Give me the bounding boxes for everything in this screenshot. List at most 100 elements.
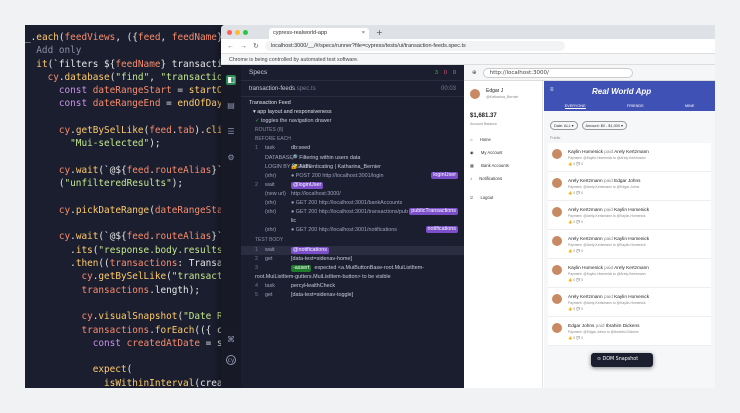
spec-file-row[interactable]: transaction-feeds.spec.ts 00:03 [241, 81, 464, 97]
filter-bar: Date: ALL ▾ Amount: $0 - $1,000 ▾ [544, 111, 715, 136]
transaction-memo: Payment: @Kaylin-Homenick to @Arely-Kert… [568, 156, 646, 160]
keyboard-shortcuts-icon[interactable]: ⌘ [226, 335, 236, 345]
command-row[interactable]: (xhr) ● GET 200 http://localhost:3001/not… [241, 226, 464, 235]
transaction-item[interactable]: Arely Kertzmann paid Kaylin Homenick Pay… [548, 230, 711, 259]
new-tab-button[interactable]: + [376, 28, 383, 37]
code-token: ); [149, 138, 161, 150]
like-icon[interactable]: 👍 [568, 278, 572, 282]
transaction-item[interactable]: Kaylin Homenick paid Arely Kertzmann Pay… [548, 259, 711, 288]
code-line: cy.wait(`@${feed.routeAlias}`) [25, 164, 235, 177]
code-token: cy [47, 71, 59, 83]
before-each-header[interactable]: BEFORE EACH [241, 135, 464, 144]
target-icon[interactable]: ⊕ [472, 70, 477, 76]
comment-icon[interactable]: 💬 [576, 220, 580, 224]
amount-filter-button[interactable]: Amount: $0 - $1,000 ▾ [581, 121, 627, 130]
dom-snapshot-badge[interactable]: ⊙ DOM Snapshot [591, 353, 653, 367]
runs-icon[interactable]: ▤ [226, 101, 236, 111]
like-icon[interactable]: 👍 [568, 307, 572, 311]
code-token: : Transa [177, 258, 223, 270]
command-row[interactable]: 5 get [data-test=sidenav-toggle] [241, 291, 464, 300]
date-filter-button[interactable]: Date: ALL ▾ [550, 121, 578, 130]
comment-icon[interactable]: 💬 [576, 336, 580, 340]
code-editor[interactable]: _.each(feedViews, ({feed, feedName}) Add… [25, 25, 235, 388]
like-icon[interactable]: 👍 [568, 249, 572, 253]
test-stats: 3 0 0 [435, 70, 456, 76]
transaction-item[interactable]: Arely Kertzmann paid Kaylin Homenick Pay… [548, 288, 711, 317]
suite-title[interactable]: Transaction Feed [241, 99, 464, 108]
code-line: transactions.length); [25, 284, 235, 297]
command-row[interactable]: (xhr) ● POST 200 http://localhost:3001/lo… [241, 171, 464, 181]
minimize-window-icon[interactable] [235, 29, 240, 35]
tab-friends[interactable]: FRIENDS [627, 104, 644, 109]
sidebar-item-notifications[interactable]: ♪ Notifications [470, 176, 502, 181]
comment-icon[interactable]: 💬 [576, 249, 580, 253]
specs-label[interactable]: Specs [249, 69, 267, 76]
transaction-item[interactable]: Kaylin Homenick paid Arely Kertzmann Pay… [548, 143, 711, 172]
code-token: cy [58, 164, 71, 176]
command-row[interactable]: 2 wait @loginUser [241, 181, 464, 190]
routes-header[interactable]: ROUTES (8) [241, 126, 464, 135]
transaction-item[interactable]: Arely Kertzmann paid Edgar Johns Payment… [548, 172, 711, 201]
command-row[interactable]: (xhr) ● GET 200 http://localhost:3001/ban… [241, 199, 464, 208]
test-body-header[interactable]: TEST BODY [241, 236, 464, 245]
code-token: pickDateRange [75, 204, 150, 216]
command-message: [data-test=sidenav-toggle] [291, 291, 354, 298]
code-token: its [75, 244, 93, 256]
sidebar-item-bank-accounts[interactable]: ▦ Bank Accounts [470, 163, 509, 168]
command-row[interactable]: DATABASE🔎 Filtering within users data [241, 154, 464, 163]
reload-icon[interactable]: ↻ [253, 42, 259, 50]
transaction-item[interactable]: Edgar Johns paid Ibrahim Dickens Payment… [548, 317, 711, 346]
code-token: cy [58, 231, 71, 243]
code-token: _. [25, 32, 37, 43]
comment-icon[interactable]: 💬 [576, 307, 580, 311]
command-row[interactable]: (new url) http://localhost:3000/ [241, 190, 464, 199]
like-icon[interactable]: 👍 [568, 162, 572, 166]
brand-logo: Real World App [592, 87, 652, 96]
app-url[interactable]: http://localhost:3000/ [482, 67, 633, 78]
close-window-icon[interactable] [227, 29, 232, 35]
test-title[interactable]: ▾ app layout and responsiveness [241, 108, 464, 117]
command-row[interactable]: 3 -assert expected <a.MuiButtonBase-root.M… [241, 264, 464, 282]
maximize-window-icon[interactable] [243, 29, 248, 35]
app-sidebar: Edgar J @Katharina_Bernier $1,681.37 Acc… [464, 81, 543, 388]
receiver-name: Edgar Johns [614, 178, 641, 183]
settings-icon[interactable]: ⚙ [226, 153, 236, 163]
address-field[interactable]: localhost:3000/__/#/specs/runner?file=cy… [264, 41, 565, 51]
command-row[interactable]: 2 get [data-test=sidenav-home] [241, 255, 464, 264]
transaction-social: 👍 0 💬 0 [568, 191, 583, 195]
menu-icon[interactable]: ≡ [550, 87, 554, 93]
code-token: wait [75, 231, 99, 243]
command-message: db:seed [291, 145, 311, 152]
command-row[interactable]: lic [241, 217, 464, 226]
command-number: 1 [255, 145, 258, 152]
command-row[interactable]: 1 task db:seed [241, 144, 464, 153]
sidebar-item-my-account[interactable]: ◉ My Account [470, 150, 502, 155]
command-row[interactable]: (xhr) ● GET 200 http://localhost:3001/tra… [241, 208, 464, 217]
specs-icon[interactable]: ☰ [226, 127, 236, 137]
comment-icon[interactable]: 💬 [576, 162, 580, 166]
subtest-title[interactable]: ✓ toggles the navigation drawer [241, 117, 464, 126]
transaction-item[interactable]: Arely Kertzmann paid Kaylin Homenick Pay… [548, 201, 711, 230]
command-row[interactable]: LOGIN BY XSTATE🔐 Authenticating | Kathar… [241, 163, 464, 172]
like-icon[interactable]: 👍 [568, 191, 572, 195]
like-icon[interactable]: 👍 [568, 220, 572, 224]
back-icon[interactable]: ← [227, 43, 234, 50]
command-number: 1 [255, 246, 258, 253]
tab-mine[interactable]: MINE [685, 104, 695, 109]
comment-icon[interactable]: 💬 [576, 191, 580, 195]
command-row[interactable]: 4 task percyHealthCheck [241, 282, 464, 291]
code-token: const [25, 85, 93, 97]
tab-everyone[interactable]: EVERYONE [564, 104, 586, 109]
code-token: wait [75, 164, 99, 176]
sidebar-item-home[interactable]: ⌂ Home [470, 137, 491, 142]
forward-icon[interactable]: → [240, 43, 247, 50]
comment-icon[interactable]: 💬 [576, 278, 580, 282]
command-row[interactable]: 1 wait @notifications [241, 245, 464, 255]
like-icon[interactable]: 👍 [568, 336, 572, 340]
sidebar-item-logout[interactable]: ⎋ Logout [470, 195, 493, 200]
tab-close-icon[interactable]: × [362, 30, 365, 37]
browser-tab[interactable]: cypress-realworld-app × [269, 28, 369, 39]
